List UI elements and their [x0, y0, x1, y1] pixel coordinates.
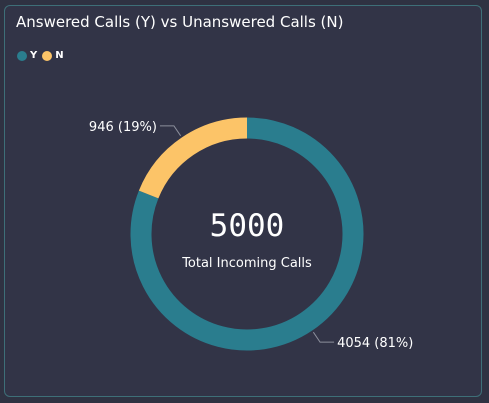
donut-chart: 4054 (81%) 946 (19%) 5000 Total Incoming …: [89, 117, 413, 351]
donut-slice-n[interactable]: [138, 117, 248, 199]
leader-line-n: [159, 125, 182, 137]
leader-line-y: [312, 331, 335, 343]
chart-card: Answered Calls (Y) vs Unanswered Calls (…: [4, 5, 482, 397]
total-calls-value: 5000: [210, 208, 285, 244]
data-label-n: 946 (19%): [89, 120, 157, 135]
data-label-y: 4054 (81%): [337, 336, 413, 351]
total-calls-caption: Total Incoming Calls: [181, 256, 312, 271]
